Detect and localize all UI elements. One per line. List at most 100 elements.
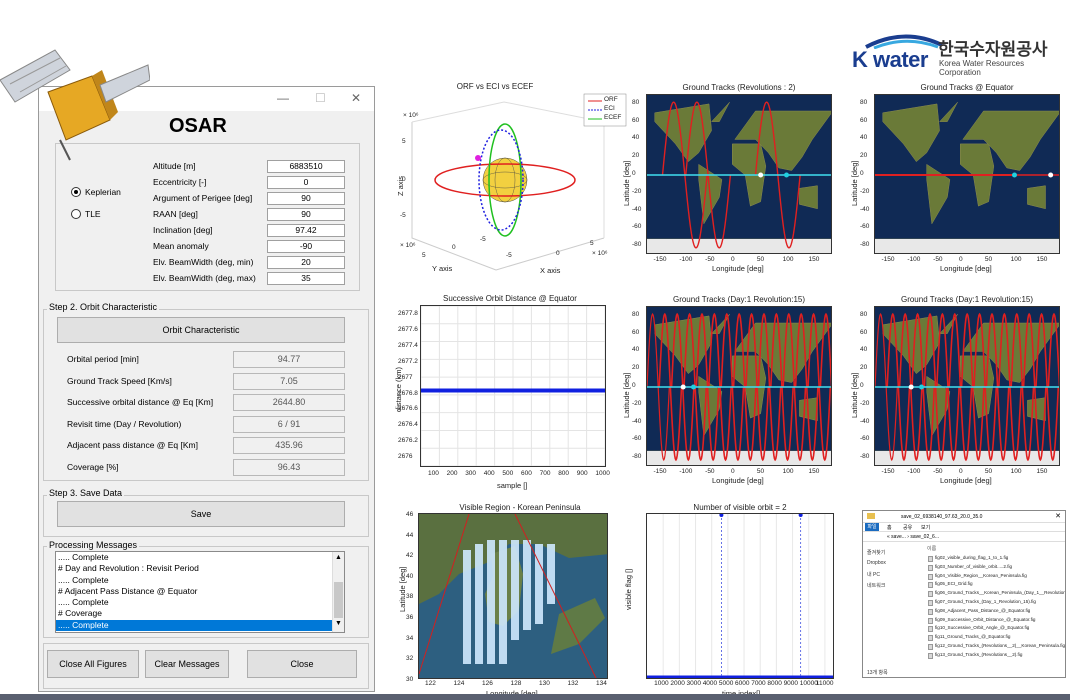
message-line[interactable]: ..... Complete bbox=[56, 552, 344, 563]
orbit-characteristic-button[interactable]: Orbit Characteristic bbox=[57, 317, 345, 343]
map-xlabel: Longitude [deg] bbox=[712, 264, 764, 273]
map-xtick: -150 bbox=[881, 468, 895, 475]
file-row[interactable]: fig03_Number_of_visible_orbit.....2.fig bbox=[927, 564, 1065, 573]
map-ytick: -20 bbox=[860, 187, 870, 195]
tab-view[interactable]: 보기 bbox=[921, 524, 930, 531]
file-row[interactable]: fig07_Ground_Tracks_(Day_1_Revolution_15… bbox=[927, 599, 1065, 608]
scroll-down-icon[interactable]: ▼ bbox=[335, 620, 342, 627]
scroll-thumb[interactable] bbox=[334, 582, 343, 618]
messages-listbox[interactable]: ..... Complete # Day and Revolution : Rev… bbox=[55, 551, 345, 633]
kwater-logo: K water 한국수자원공사 Korea Water Resources Co… bbox=[852, 33, 1062, 77]
param-input[interactable]: 90 bbox=[267, 192, 345, 205]
map-xtick: -50 bbox=[933, 256, 943, 263]
map-ytick: 0 bbox=[632, 382, 636, 389]
message-line[interactable]: # Coverage bbox=[56, 608, 344, 619]
visible-orbit-title: Number of visible orbit = 2 bbox=[693, 503, 787, 512]
fig-file-icon bbox=[928, 599, 933, 606]
messages-title: Processing Messages bbox=[47, 540, 140, 550]
orbit3d-exp-z: × 10⁶ bbox=[403, 112, 419, 119]
map-xtick: 0 bbox=[731, 468, 735, 475]
visible-region-ytick: 32 bbox=[406, 655, 414, 663]
map-xtick: 150 bbox=[808, 256, 820, 263]
maximize-button[interactable]: ☐ bbox=[315, 91, 326, 105]
result-label: Ground Track Speed [Km/s] bbox=[67, 375, 172, 386]
explorer-nav-item[interactable]: 즐겨찾기 bbox=[867, 549, 927, 560]
explorer-nav-item[interactable]: Dropbox bbox=[867, 560, 927, 571]
map-xtick: 50 bbox=[984, 468, 993, 475]
map-ytick: -20 bbox=[632, 187, 642, 195]
successive-ytick: 2676.4 bbox=[398, 421, 418, 429]
successive-xtick: 400 bbox=[483, 470, 495, 477]
map-ytick: 80 bbox=[860, 98, 868, 106]
app-title: OSAR bbox=[169, 115, 227, 137]
message-line[interactable]: ..... Complete bbox=[56, 619, 344, 632]
param-input[interactable]: 6883510 bbox=[267, 160, 345, 173]
message-line[interactable]: # Day and Revolution : Revisit Period bbox=[56, 563, 344, 574]
file-row[interactable]: fig02_visible_during_flag_1_to_1.fig bbox=[927, 555, 1065, 564]
file-row[interactable]: fig10_Successive_Orbit_Angle_@_Equator.f… bbox=[927, 625, 1065, 634]
param-input[interactable]: 97.42 bbox=[267, 224, 345, 237]
map-ytick: -80 bbox=[860, 453, 870, 461]
explorer-breadcrumb[interactable]: « save... › save_02_6... bbox=[887, 534, 939, 540]
clear-messages-button[interactable]: Clear Messages bbox=[145, 650, 229, 678]
param-input[interactable]: 0 bbox=[267, 176, 345, 189]
successive-xtick: 600 bbox=[521, 470, 532, 477]
message-line[interactable]: ..... Complete bbox=[56, 575, 344, 586]
scroll-up-icon[interactable]: ▲ bbox=[335, 554, 342, 561]
file-row[interactable]: fig13_Ground_Tracks_(Revolutions__2).fig bbox=[927, 652, 1065, 661]
param-input[interactable]: -90 bbox=[267, 240, 345, 253]
result-label: Orbital period [min] bbox=[67, 354, 139, 364]
explorer-ribbon: 파일 홈 공유 보기 bbox=[863, 523, 1065, 532]
map-ytick: 40 bbox=[632, 134, 640, 142]
messages-scrollbar[interactable]: ▲ ▼ bbox=[332, 552, 344, 632]
param-label: Mean anomaly bbox=[153, 241, 209, 251]
visible-region-xtick: 124 bbox=[453, 680, 465, 687]
file-row[interactable]: fig06_Ground_Tracks__Korean_Peninsula_(D… bbox=[927, 590, 1065, 599]
file-row[interactable]: fig04_Visible_Region__Korean_Peninsula.f… bbox=[927, 573, 1065, 582]
successive-ytick: 2677.4 bbox=[398, 341, 418, 349]
close-all-figures-button[interactable]: Close All Figures bbox=[47, 650, 139, 678]
save-button[interactable]: Save bbox=[57, 501, 345, 527]
visible-flag-point bbox=[719, 513, 724, 517]
tab-file[interactable]: 파일 bbox=[865, 523, 879, 531]
successive-xlabel: sample [] bbox=[497, 481, 528, 490]
file-name: fig12_Ground_Tracks_(Revolutions__2)__Ko… bbox=[935, 642, 1065, 648]
close-window-button[interactable]: ✕ bbox=[351, 91, 361, 105]
param-input[interactable]: 20 bbox=[267, 256, 345, 269]
tle-radio[interactable] bbox=[71, 209, 81, 219]
explorer-nav-item[interactable]: 네트워크 bbox=[867, 582, 927, 593]
explorer-titlebar: save_02_6938140_97.63_20.0_35.0 ✕ bbox=[863, 511, 1065, 523]
visible-region-ytick: 38 bbox=[406, 593, 414, 601]
result-label: Successive orbital distance @ Eq [Km] bbox=[67, 397, 214, 408]
visible-orbit-xtick: 5000 bbox=[718, 680, 734, 687]
map-ytick: 80 bbox=[860, 310, 868, 318]
keplerian-radio[interactable] bbox=[71, 187, 81, 197]
explorer-close-icon[interactable]: ✕ bbox=[1055, 512, 1061, 520]
tab-home[interactable]: 홈 bbox=[887, 524, 892, 531]
file-row[interactable]: fig08_Adjacent_Pass_Distance_@_Equator.f… bbox=[927, 608, 1065, 617]
explorer-column-name[interactable]: 이름 bbox=[927, 545, 936, 552]
orbit3d-yt-1: 0 bbox=[452, 244, 456, 251]
tab-share[interactable]: 공유 bbox=[903, 524, 912, 531]
file-row[interactable]: fig12_Ground_Tracks_(Revolutions__2)__Ko… bbox=[927, 643, 1065, 652]
file-row[interactable]: fig11_Ground_Tracks_@_Equator.fig bbox=[927, 634, 1065, 643]
fig-file-icon bbox=[928, 635, 933, 642]
explorer-nav-item[interactable]: 내 PC bbox=[867, 571, 927, 582]
message-line[interactable]: # Adjacent Pass Distance @ Equator bbox=[56, 586, 344, 597]
message-line[interactable]: ..... Complete bbox=[56, 597, 344, 608]
param-input[interactable]: 35 bbox=[267, 272, 345, 285]
successive-xtick: 200 bbox=[446, 470, 458, 477]
file-row[interactable]: fig09_Successive_Orbit_Distance_@_Equato… bbox=[927, 617, 1065, 626]
map-ytick: -40 bbox=[860, 205, 870, 213]
result-value: 435.96 bbox=[233, 437, 345, 455]
close-button[interactable]: Close bbox=[247, 650, 357, 678]
map-xtick: 50 bbox=[756, 468, 765, 475]
explorer-sidebar: 즐겨찾기 Dropbox 내 PC 네트워크 bbox=[867, 549, 927, 593]
minimize-button[interactable]: — bbox=[277, 91, 289, 105]
file-row[interactable]: fig05_ECI_Grid.fig bbox=[927, 581, 1065, 590]
map-xtick: 150 bbox=[1036, 468, 1048, 475]
map-xtick: 100 bbox=[782, 468, 794, 475]
explorer-addressbar[interactable]: « save... › save_02_6... bbox=[863, 532, 1065, 542]
visible-region-ytick: 46 bbox=[406, 511, 414, 518]
param-input[interactable]: 90 bbox=[267, 208, 345, 221]
